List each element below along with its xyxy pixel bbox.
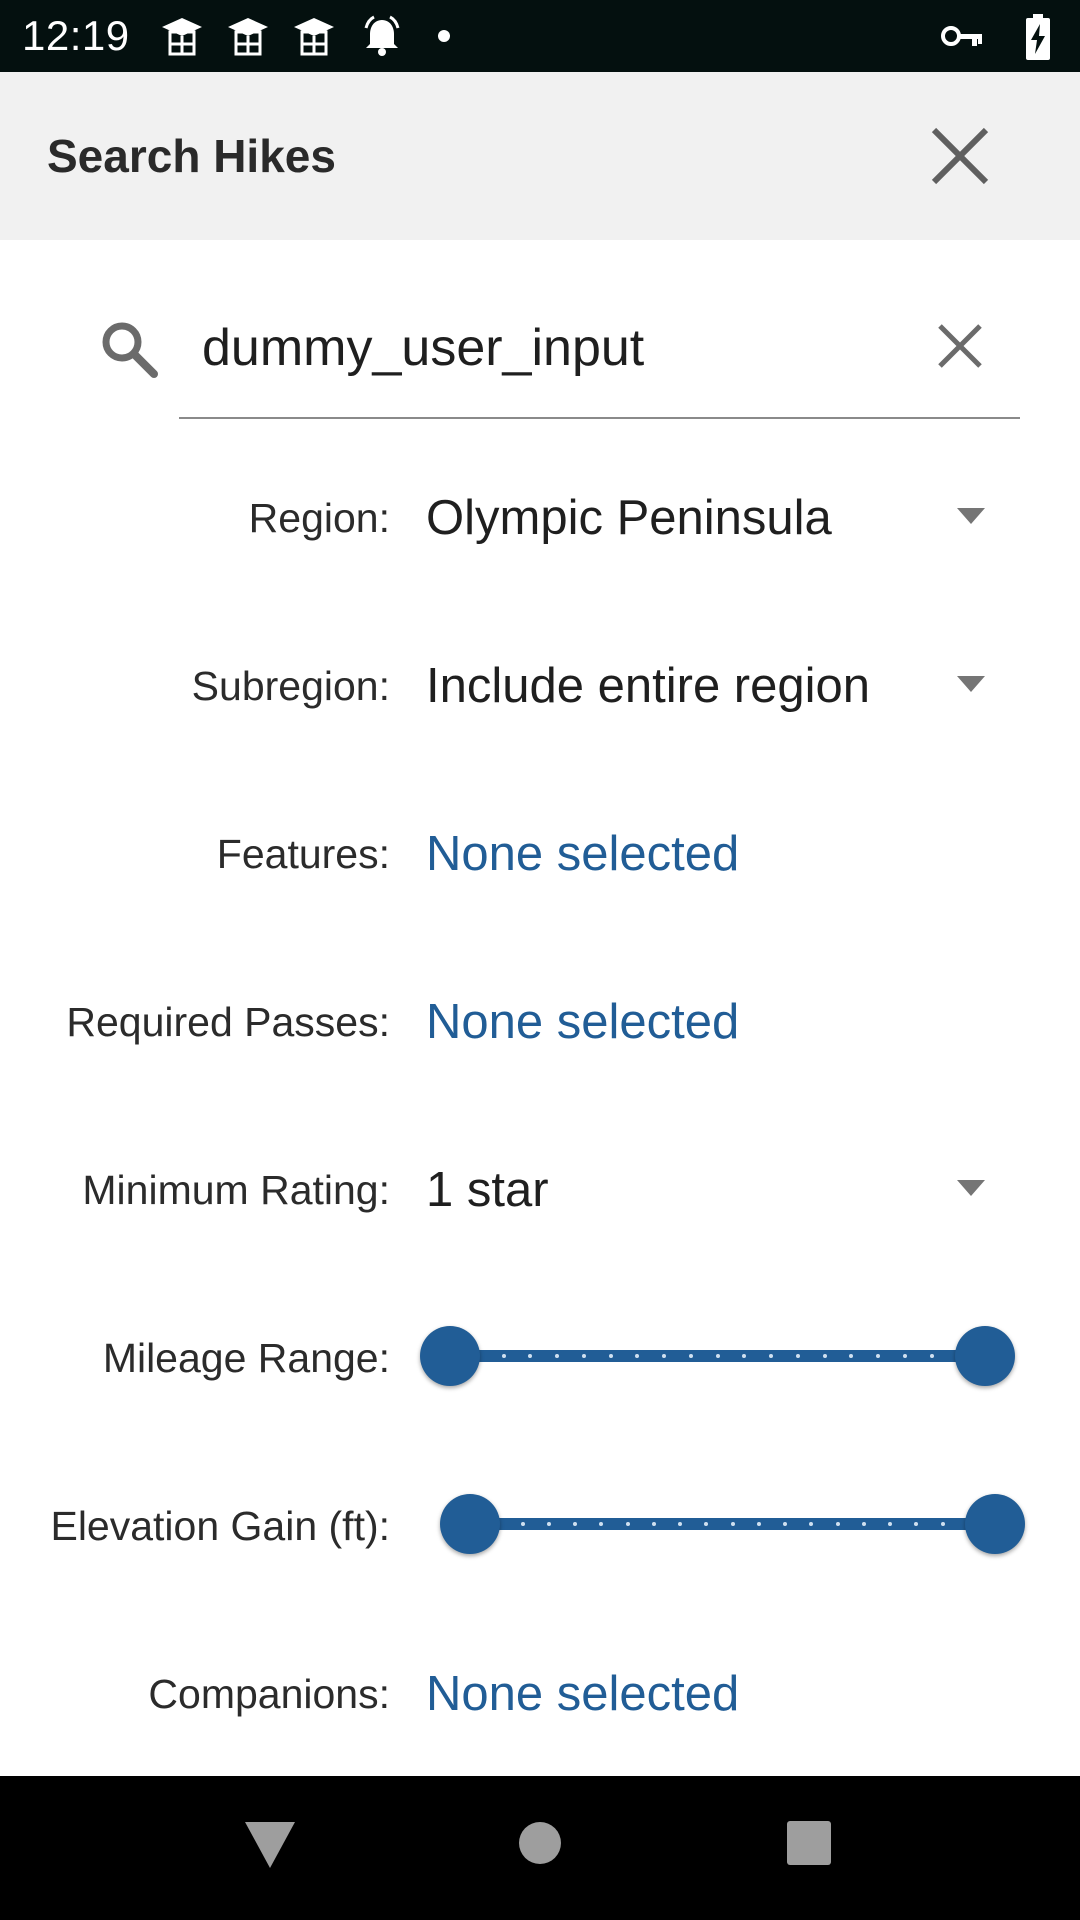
status-time: 12:19 <box>22 12 130 59</box>
features-link[interactable]: None selected <box>426 822 739 886</box>
chevron-down-icon[interactable] <box>955 674 987 696</box>
slider-tick <box>783 1522 787 1526</box>
slider-tick <box>651 1522 656 1526</box>
slider-tick <box>888 1522 892 1526</box>
mileage-range-label: Mileage Range: <box>102 1335 390 1381</box>
subregion-select[interactable]: Include entire region <box>426 654 870 718</box>
slider-tick <box>822 1354 827 1358</box>
battery-charging-icon <box>1026 14 1050 60</box>
elevation-min-thumb[interactable] <box>440 1494 500 1554</box>
slider-tick <box>730 1522 735 1526</box>
search-bar <box>0 300 1080 420</box>
home-circle-icon[interactable] <box>517 1820 563 1866</box>
elevation-max-thumb[interactable] <box>965 1494 1025 1554</box>
vpn-key-icon <box>941 26 982 46</box>
mileage-range-slider[interactable] <box>420 1321 1015 1391</box>
slider-tick <box>756 1522 761 1526</box>
slider-tick <box>520 1522 525 1526</box>
minimum-rating-select[interactable]: 1 star <box>426 1158 549 1222</box>
alarm-bell-icon <box>364 15 400 56</box>
slider-tick <box>835 1522 840 1526</box>
slider-tick <box>608 1354 613 1358</box>
slider-tick <box>940 1522 945 1526</box>
mileage-range-row: Mileage Range: <box>0 1308 1080 1408</box>
slider-tick <box>688 1354 693 1358</box>
mileage-max-thumb[interactable] <box>955 1326 1015 1386</box>
required-passes-row: Required Passes: None selected <box>0 972 1080 1072</box>
companions-row: Companions: None selected <box>0 1644 1080 1744</box>
notification-dot-icon <box>438 30 450 42</box>
page-title: Search Hikes <box>47 130 336 182</box>
close-button[interactable] <box>920 116 1000 196</box>
slider-tick <box>555 1354 559 1358</box>
features-row: Features: None selected <box>0 804 1080 904</box>
slider-tick <box>861 1522 866 1526</box>
slider-tick <box>546 1522 551 1526</box>
status-bar: 12:19 <box>0 0 1080 72</box>
elevation-gain-slider[interactable] <box>440 1489 1025 1559</box>
graduation-cap-icon <box>294 18 334 56</box>
chevron-down-icon[interactable] <box>955 1178 987 1200</box>
slider-tick <box>902 1354 907 1358</box>
graduation-cap-icon <box>162 18 202 56</box>
minimum-rating-row[interactable]: Minimum Rating: 1 star <box>0 1140 1080 1240</box>
slider-tick <box>573 1522 577 1526</box>
features-label: Features: <box>216 831 390 877</box>
slider-tick <box>678 1522 682 1526</box>
slider-tick <box>876 1354 880 1358</box>
region-label: Region: <box>248 495 390 541</box>
slider-tick <box>769 1354 773 1358</box>
system-icons <box>940 14 1060 60</box>
companions-label: Companions: <box>148 1671 390 1717</box>
back-triangle-icon[interactable] <box>243 1820 297 1870</box>
slider-tick <box>662 1354 666 1358</box>
region-row[interactable]: Region: Olympic Peninsula <box>0 468 1080 568</box>
mileage-min-thumb[interactable] <box>420 1326 480 1386</box>
subregion-row[interactable]: Subregion: Include entire region <box>0 636 1080 736</box>
slider-tick <box>715 1354 720 1358</box>
recents-square-icon[interactable] <box>786 1820 832 1866</box>
app-bar: Search Hikes <box>0 72 1080 240</box>
slider-tick <box>795 1354 800 1358</box>
slider-tick <box>625 1522 630 1526</box>
companions-link[interactable]: None selected <box>426 1662 739 1726</box>
close-icon[interactable] <box>920 116 1000 196</box>
clear-search-button[interactable] <box>930 316 990 376</box>
minimum-rating-label: Minimum Rating: <box>82 1167 390 1213</box>
elevation-gain-row: Elevation Gain (ft): <box>0 1476 1080 1576</box>
graduation-cap-icon <box>228 18 268 56</box>
slider-tick <box>929 1354 934 1358</box>
elevation-gain-label: Elevation Gain (ft): <box>50 1503 390 1549</box>
subregion-label: Subregion: <box>191 663 390 709</box>
required-passes-link[interactable]: None selected <box>426 990 739 1054</box>
search-icon <box>102 322 158 378</box>
search-input[interactable] <box>180 308 900 388</box>
navigation-bar <box>0 1776 1080 1920</box>
slider-tick <box>581 1354 586 1358</box>
clear-icon[interactable] <box>930 316 990 376</box>
search-underline <box>179 417 1020 419</box>
slider-tick <box>501 1354 506 1358</box>
region-select[interactable]: Olympic Peninsula <box>426 486 832 550</box>
required-passes-label: Required Passes: <box>66 999 390 1045</box>
chevron-down-icon[interactable] <box>955 506 987 528</box>
